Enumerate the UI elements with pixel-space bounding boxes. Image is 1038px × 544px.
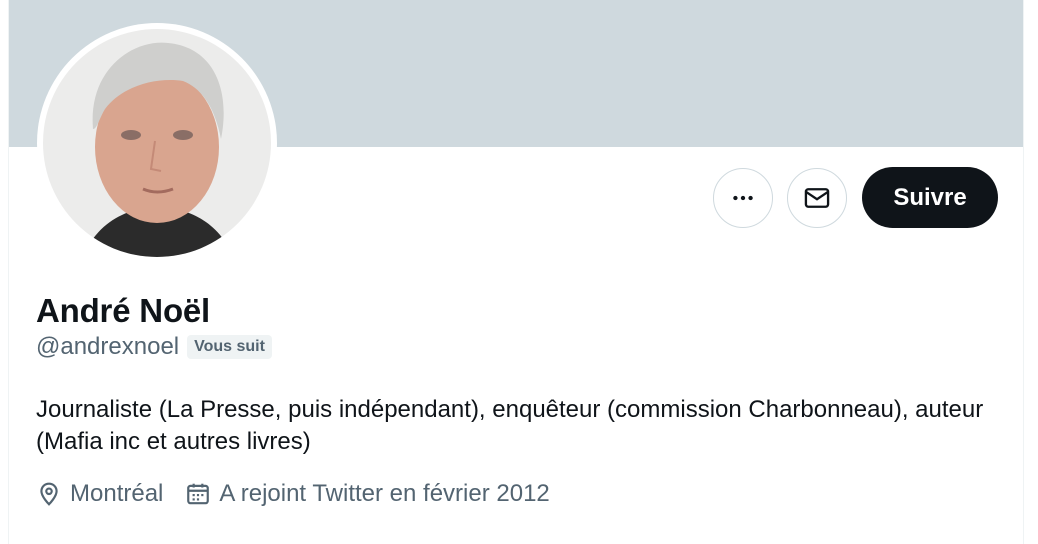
calendar-icon	[187, 483, 210, 505]
location-pin-icon	[40, 482, 58, 506]
avatar-photo	[43, 29, 271, 257]
profile-bio: Journaliste (La Presse, puis indépendant…	[36, 396, 984, 455]
follow-button[interactable]: Suivre	[862, 167, 998, 228]
user-handle: @andrexnoel	[36, 333, 180, 360]
message-button[interactable]	[787, 168, 847, 228]
handle-row: @andrexnoel Vous suit	[36, 333, 272, 361]
follow-button-label: Suivre	[893, 183, 967, 211]
location-text: Montréal	[70, 480, 164, 507]
location-item: Montréal	[36, 480, 163, 508]
envelope-icon	[804, 188, 830, 208]
more-button[interactable]	[713, 168, 773, 228]
avatar[interactable]	[37, 23, 277, 263]
joined-text: A rejoint Twitter en février 2012	[219, 480, 550, 507]
profile-meta: Montréal A rejoint Twitter en février 20…	[36, 480, 572, 508]
display-name: André Noël	[36, 292, 211, 329]
joined-item: A rejoint Twitter en février 2012	[185, 480, 550, 508]
profile-card: Suivre André Noël @andrexnoel Vous suit …	[8, 0, 1024, 544]
follows-you-badge: Vous suit	[187, 335, 272, 359]
more-dots-icon	[733, 195, 753, 201]
